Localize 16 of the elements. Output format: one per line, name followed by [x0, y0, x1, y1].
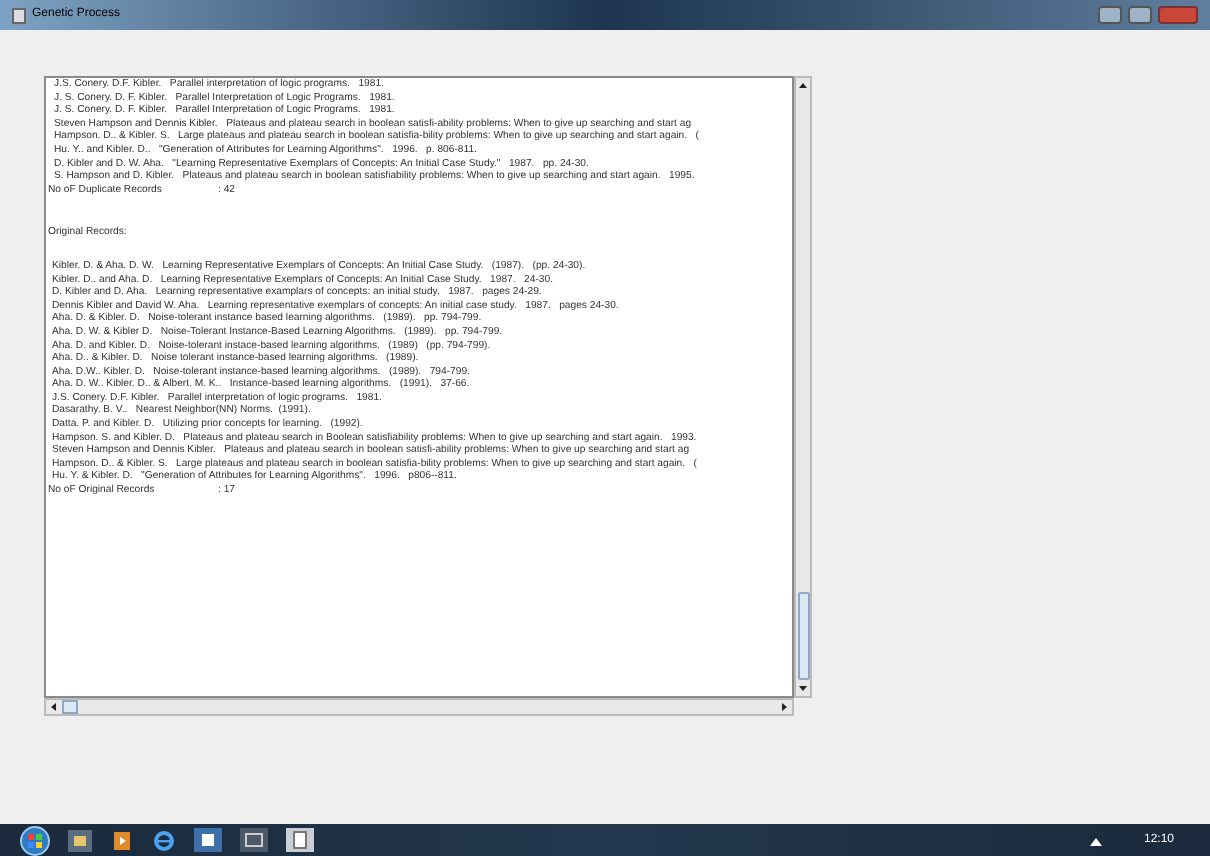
tray-arrow-icon[interactable] [1089, 835, 1102, 845]
maximize-button[interactable] [1128, 6, 1152, 24]
scrollbar-thumb[interactable] [62, 700, 78, 714]
browser-icon[interactable] [152, 829, 176, 851]
window-icon[interactable] [194, 828, 222, 852]
folder-icon[interactable] [68, 829, 92, 851]
scrollbar-thumb[interactable] [797, 592, 809, 680]
minimize-button[interactable] [1098, 6, 1122, 24]
start-button-icon[interactable] [20, 825, 50, 855]
horizontal-scrollbar[interactable] [44, 698, 794, 716]
document-icon[interactable] [286, 828, 314, 852]
terminal-icon[interactable] [240, 828, 268, 852]
media-player-icon[interactable] [110, 829, 134, 851]
vertical-scrollbar[interactable] [794, 76, 812, 698]
app-icon [12, 7, 26, 23]
text-area[interactable] [44, 76, 794, 698]
